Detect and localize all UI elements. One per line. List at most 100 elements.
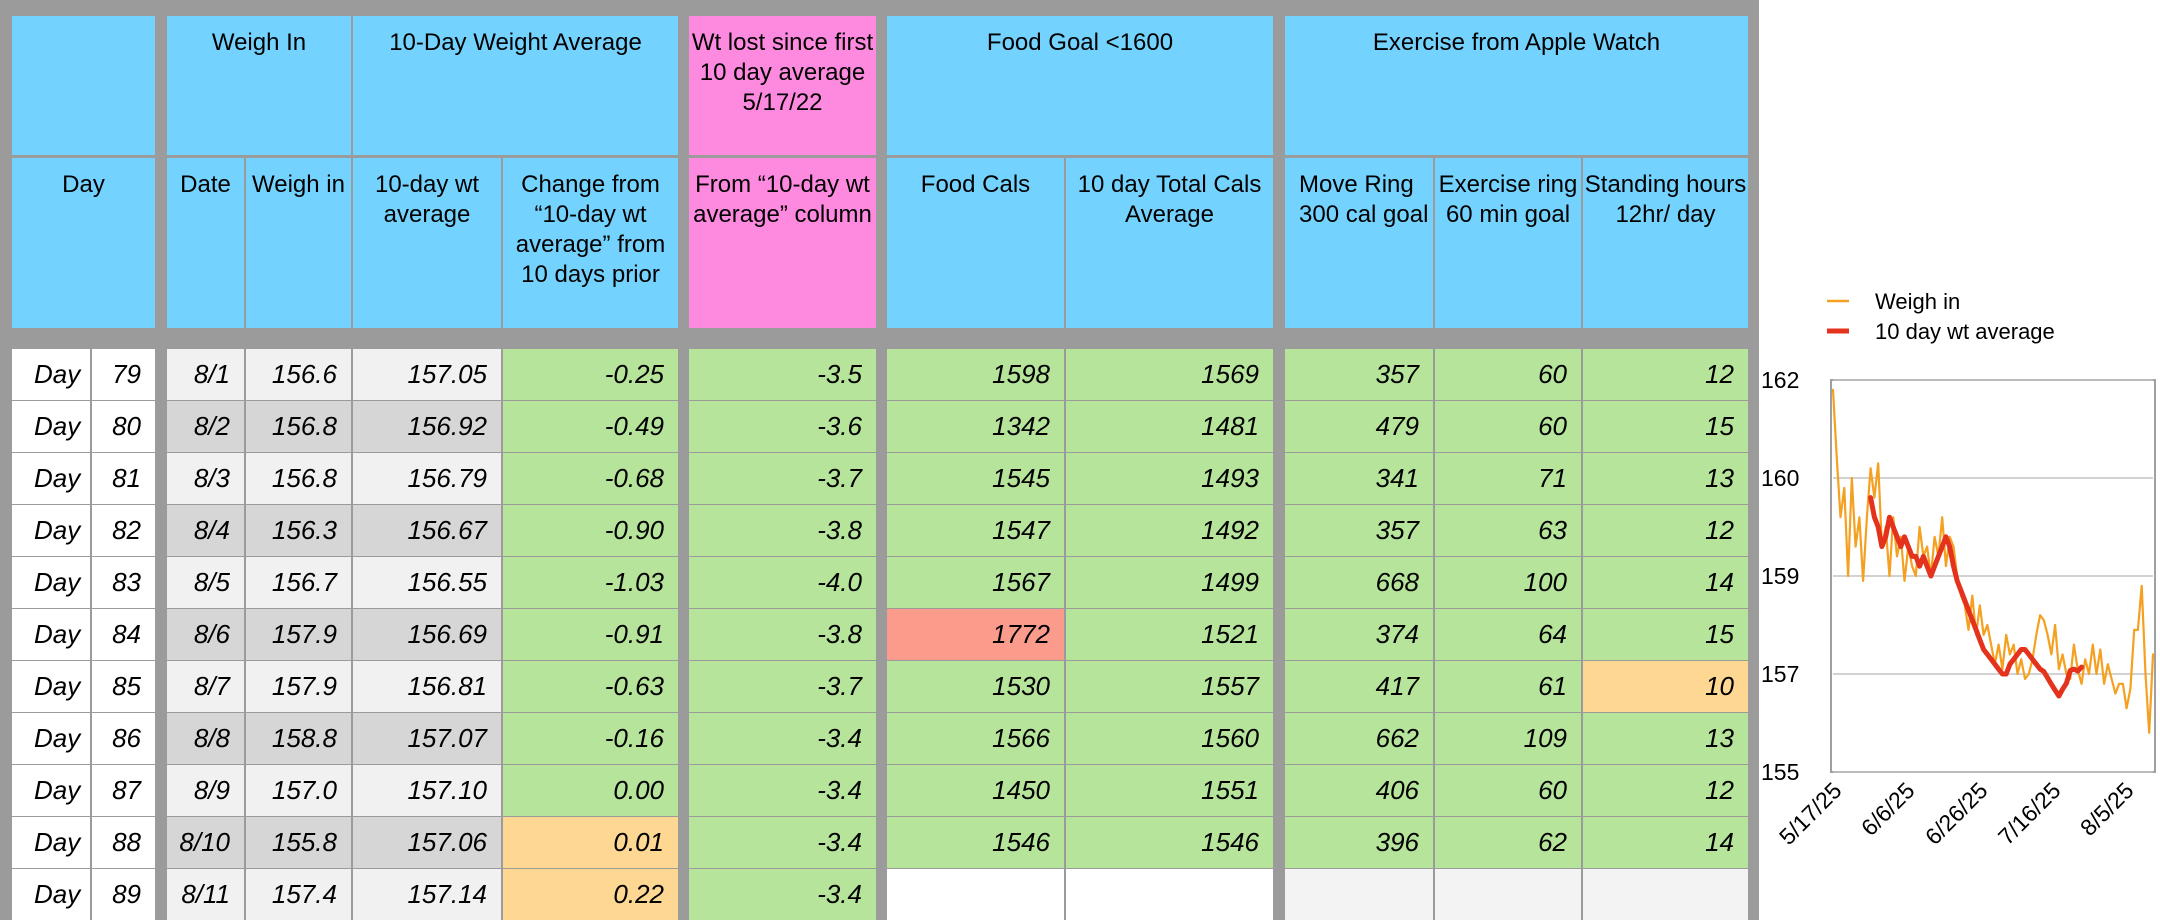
row-date: 8/2 [167, 401, 244, 452]
row-weight-lost: -3.4 [689, 765, 876, 816]
row-10-day-average: 156.55 [353, 557, 501, 608]
row-date: 8/9 [167, 765, 244, 816]
row-weight-lost: -4.0 [689, 557, 876, 608]
chart-legend: Weigh in 10 day wt average [1827, 289, 2055, 344]
row-standing-hours: 15 [1583, 401, 1748, 452]
header-corner [12, 16, 155, 155]
row-exercise-ring: 64 [1435, 609, 1581, 660]
row-food-cals: 1530 [887, 661, 1064, 712]
row-change: -0.68 [503, 453, 678, 504]
row-10-day-average: 156.92 [353, 401, 501, 452]
row-day-number: 82 [92, 505, 155, 556]
weight-chart: Weigh in 10 day wt average 155 157 159 160 16… [1761, 289, 2156, 850]
row-10-day-average: 157.10 [353, 765, 501, 816]
row-day-label: Day [12, 869, 90, 920]
row-food-cals: 1342 [887, 401, 1064, 452]
row-date: 8/4 [167, 505, 244, 556]
row-10-day-average: 157.06 [353, 817, 501, 868]
row-weight-lost: -3.4 [689, 713, 876, 764]
row-standing-hours: 14 [1583, 817, 1748, 868]
row-weigh-in: 157.0 [246, 765, 351, 816]
row-change: -0.25 [503, 349, 678, 400]
row-standing-hours [1583, 869, 1748, 920]
row-day-label: Day [12, 661, 90, 712]
row-weight-lost: -3.8 [689, 505, 876, 556]
y-tick-label: 160 [1761, 465, 1799, 491]
row-standing-hours: 14 [1583, 557, 1748, 608]
row-food-cals: 1566 [887, 713, 1064, 764]
col-header-exercise-ring: Exercise ring 60 min goal [1435, 158, 1581, 328]
row-change: 0.01 [503, 817, 678, 868]
row-weigh-in: 155.8 [246, 817, 351, 868]
row-exercise-ring: 109 [1435, 713, 1581, 764]
row-date: 8/3 [167, 453, 244, 504]
row-change: -0.63 [503, 661, 678, 712]
row-weigh-in: 156.6 [246, 349, 351, 400]
row-change: -0.90 [503, 505, 678, 556]
y-tick-label: 157 [1761, 661, 1799, 687]
header-weight-lost: Wt lost since first 10 day average 5/17/… [689, 16, 876, 155]
row-day-number: 86 [92, 713, 155, 764]
row-date: 8/8 [167, 713, 244, 764]
row-move-ring: 662 [1285, 713, 1433, 764]
header-exercise: Exercise from Apple Watch [1285, 16, 1748, 155]
row-weight-lost: -3.6 [689, 401, 876, 452]
row-food-cals: 1545 [887, 453, 1064, 504]
row-weigh-in: 157.4 [246, 869, 351, 920]
row-day-label: Day [12, 453, 90, 504]
row-food-average: 1551 [1066, 765, 1273, 816]
row-10-day-average: 156.81 [353, 661, 501, 712]
row-food-cals: 1567 [887, 557, 1064, 608]
row-weight-lost: -3.4 [689, 817, 876, 868]
row-standing-hours: 13 [1583, 713, 1748, 764]
row-food-cals: 1546 [887, 817, 1064, 868]
row-day-number: 89 [92, 869, 155, 920]
row-food-cals [887, 869, 1064, 920]
col-header-move-ring: Move Ring 300 cal goal [1285, 158, 1433, 328]
row-date: 8/6 [167, 609, 244, 660]
row-date: 8/5 [167, 557, 244, 608]
x-tick-label: 5/17/25 [1774, 777, 1847, 850]
row-change: 0.22 [503, 869, 678, 920]
row-change: -0.91 [503, 609, 678, 660]
y-tick-label: 159 [1761, 563, 1799, 589]
row-exercise-ring: 60 [1435, 765, 1581, 816]
row-food-average: 1560 [1066, 713, 1273, 764]
row-exercise-ring [1435, 869, 1581, 920]
row-change: -0.49 [503, 401, 678, 452]
row-10-day-average: 157.05 [353, 349, 501, 400]
row-day-label: Day [12, 557, 90, 608]
row-standing-hours: 12 [1583, 765, 1748, 816]
row-day-number: 80 [92, 401, 155, 452]
row-move-ring: 417 [1285, 661, 1433, 712]
row-day-number: 79 [92, 349, 155, 400]
row-10-day-average: 157.14 [353, 869, 501, 920]
row-weight-lost: -3.8 [689, 609, 876, 660]
col-header-food-cals: Food Cals [887, 158, 1064, 328]
row-10-day-average: 156.69 [353, 609, 501, 660]
row-day-number: 87 [92, 765, 155, 816]
row-food-cals: 1547 [887, 505, 1064, 556]
col-header-10-day-average: 10-day wt average [353, 158, 501, 328]
row-weigh-in: 156.8 [246, 401, 351, 452]
row-move-ring: 396 [1285, 817, 1433, 868]
row-weight-lost: -3.4 [689, 869, 876, 920]
row-move-ring [1285, 869, 1433, 920]
row-day-label: Day [12, 713, 90, 764]
row-day-number: 83 [92, 557, 155, 608]
col-header-food-average: 10 day Total Cals Average [1066, 158, 1273, 328]
row-day-label: Day [12, 765, 90, 816]
row-food-average: 1546 [1066, 817, 1273, 868]
row-exercise-ring: 61 [1435, 661, 1581, 712]
row-10-day-average: 156.67 [353, 505, 501, 556]
row-food-average: 1492 [1066, 505, 1273, 556]
row-weigh-in: 156.7 [246, 557, 351, 608]
row-move-ring: 406 [1285, 765, 1433, 816]
row-standing-hours: 13 [1583, 453, 1748, 504]
row-day-number: 81 [92, 453, 155, 504]
row-day-label: Day [12, 609, 90, 660]
row-exercise-ring: 63 [1435, 505, 1581, 556]
row-food-average: 1521 [1066, 609, 1273, 660]
row-weigh-in: 157.9 [246, 661, 351, 712]
row-day-number: 85 [92, 661, 155, 712]
